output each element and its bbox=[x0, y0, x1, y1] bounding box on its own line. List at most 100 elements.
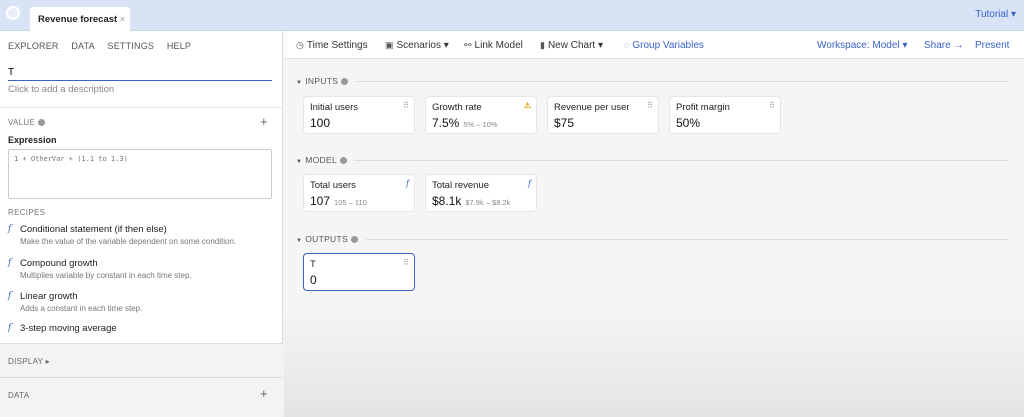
workspace-dropdown[interactable]: Workspace: Model ▾ bbox=[817, 40, 907, 51]
grid-icon[interactable]: ⠿ bbox=[769, 101, 775, 110]
inputs-label: INPUTS bbox=[305, 76, 339, 86]
function-icon: f bbox=[8, 258, 12, 268]
card-value-text: $8.1k bbox=[432, 194, 462, 208]
data-section-label: DATA bbox=[8, 391, 30, 400]
time-settings-button[interactable]: ◷ Time Settings bbox=[296, 40, 368, 51]
card-value: 7.5% 5% – 10% bbox=[432, 116, 498, 130]
bar-chart-icon: ▮ bbox=[540, 40, 545, 50]
card-name: Revenue per user bbox=[554, 102, 630, 113]
info-icon bbox=[339, 157, 347, 165]
card-value: 107 105 – 110 bbox=[310, 194, 367, 208]
group-divider bbox=[366, 239, 1008, 240]
nav-help[interactable]: HELP bbox=[167, 41, 191, 51]
display-section[interactable]: DISPLAY ▸ bbox=[0, 343, 283, 377]
function-icon[interactable]: f bbox=[406, 179, 409, 188]
add-value-button[interactable]: + bbox=[260, 115, 268, 128]
grid-icon[interactable]: ⠿ bbox=[403, 258, 409, 267]
grid-icon[interactable]: ⠿ bbox=[647, 101, 653, 110]
present-button[interactable]: Present bbox=[975, 40, 1009, 51]
sidebar: EXPLORER DATA SETTINGS HELP Click to add… bbox=[0, 31, 283, 417]
nav-data[interactable]: DATA bbox=[71, 41, 94, 51]
variable-card[interactable]: Growth rate 7.5% 5% – 10% ⚠ bbox=[426, 97, 536, 133]
card-value: $75 bbox=[554, 116, 574, 130]
collapse-icon: ▼ bbox=[296, 80, 303, 86]
tab-revenue-forecast[interactable]: Revenue forecast × bbox=[30, 7, 130, 31]
recipe-title: Linear growth bbox=[20, 291, 78, 302]
recipe-title: Conditional statement (if then else) bbox=[20, 224, 167, 235]
function-icon: f bbox=[8, 224, 12, 234]
info-icon bbox=[350, 236, 358, 244]
close-tab-icon[interactable]: × bbox=[120, 14, 125, 24]
recipe-item[interactable]: f 3-step moving average bbox=[8, 323, 268, 333]
tab-bar: Revenue forecast × Tutorial ▾ bbox=[0, 0, 1024, 31]
clock-icon: ◷ bbox=[296, 40, 304, 50]
card-name: Profit margin bbox=[676, 102, 730, 113]
data-section[interactable]: DATA + bbox=[0, 377, 283, 417]
card-value-text: 107 bbox=[310, 194, 331, 208]
sidebar-nav: EXPLORER DATA SETTINGS HELP bbox=[8, 41, 201, 51]
add-data-button[interactable]: + bbox=[260, 387, 268, 400]
model-canvas: ▼ INPUTS Initial users 100 ⠿ Growth rate … bbox=[284, 59, 1024, 417]
card-range: 5% – 10% bbox=[463, 120, 498, 129]
tab-label: Revenue forecast bbox=[38, 14, 118, 25]
card-value-text: 7.5% bbox=[432, 116, 460, 130]
card-name: T bbox=[310, 259, 316, 270]
inputs-group-header[interactable]: ▼ INPUTS bbox=[296, 76, 349, 86]
variable-card[interactable]: Revenue per user $75 ⠿ bbox=[548, 97, 658, 133]
divider bbox=[0, 107, 283, 108]
collapse-icon: ▼ bbox=[296, 159, 303, 165]
card-value-text: 0 bbox=[310, 273, 317, 287]
description-field[interactable]: Click to add a description bbox=[8, 84, 114, 95]
new-chart-button[interactable]: ▮ New Chart ▾ bbox=[540, 40, 603, 51]
card-value-text: 50% bbox=[676, 116, 701, 130]
card-name: Total users bbox=[310, 180, 356, 191]
new-chart-label: New Chart ▾ bbox=[547, 40, 603, 51]
variable-card[interactable]: Initial users 100 ⠿ bbox=[304, 97, 414, 133]
grid-icon[interactable]: ⠿ bbox=[403, 101, 409, 110]
group-divider bbox=[356, 81, 1008, 82]
card-name: Growth rate bbox=[432, 102, 482, 113]
function-icon: f bbox=[8, 323, 12, 333]
scenarios-icon: ▣ bbox=[385, 40, 394, 50]
card-value: 50% bbox=[676, 116, 700, 130]
expression-input[interactable] bbox=[8, 149, 272, 199]
tutorial-menu[interactable]: Tutorial ▾ bbox=[975, 9, 1016, 20]
link-icon: ⚯ bbox=[464, 40, 472, 50]
collapse-icon: ▼ bbox=[296, 238, 303, 244]
nav-explorer[interactable]: EXPLORER bbox=[8, 41, 59, 51]
expression-label: Expression bbox=[8, 135, 57, 145]
variable-card[interactable]: Total users 107 105 – 110 f bbox=[304, 175, 414, 211]
variable-card[interactable]: Profit margin 50% ⠿ bbox=[670, 97, 780, 133]
nav-settings[interactable]: SETTINGS bbox=[108, 41, 155, 51]
group-variables-label: Group Variables bbox=[632, 40, 704, 51]
group-divider bbox=[354, 160, 1008, 161]
value-label-text: VALUE bbox=[8, 118, 36, 127]
group-variables-button[interactable]: ◌ Group Variables bbox=[624, 40, 704, 51]
card-value-text: $75 bbox=[554, 116, 575, 130]
warning-icon[interactable]: ⚠ bbox=[524, 101, 531, 110]
variable-name-input[interactable] bbox=[8, 65, 272, 81]
scenarios-button[interactable]: ▣ Scenarios ▾ bbox=[385, 40, 449, 51]
info-icon bbox=[38, 119, 46, 127]
model-group-header[interactable]: ▼ MODEL bbox=[296, 155, 347, 165]
recipes-label: RECIPES bbox=[8, 208, 46, 217]
variable-card-selected[interactable]: T 0 ⠿ bbox=[304, 254, 414, 290]
variable-card[interactable]: Total revenue $8.1k $7.9k – $8.2k f bbox=[426, 175, 536, 211]
function-icon[interactable]: f bbox=[528, 179, 531, 188]
group-icon: ◌ bbox=[624, 40, 630, 50]
function-icon: f bbox=[8, 291, 12, 301]
card-name: Total revenue bbox=[432, 180, 490, 191]
outputs-group-header[interactable]: ▼ OUTPUTS bbox=[296, 234, 358, 244]
toolbar: ◷ Time Settings ▣ Scenarios ▾ ⚯ Link Model … bbox=[284, 31, 1024, 59]
display-section-label: DISPLAY ▸ bbox=[8, 357, 50, 366]
recipe-description: Multiplies variable by constant in each … bbox=[20, 271, 192, 280]
recipe-description: Make the value of the variable dependent… bbox=[20, 237, 237, 246]
recipe-title: 3-step moving average bbox=[20, 323, 117, 333]
value-section-label: VALUE bbox=[8, 118, 46, 127]
share-button[interactable]: Share → bbox=[924, 40, 963, 51]
link-model-button[interactable]: ⚯ Link Model bbox=[464, 40, 523, 51]
info-icon bbox=[341, 78, 349, 86]
time-settings-label: Time Settings bbox=[306, 40, 368, 51]
recipe-title: Compound growth bbox=[20, 258, 98, 269]
app-logo-icon[interactable] bbox=[6, 6, 20, 20]
